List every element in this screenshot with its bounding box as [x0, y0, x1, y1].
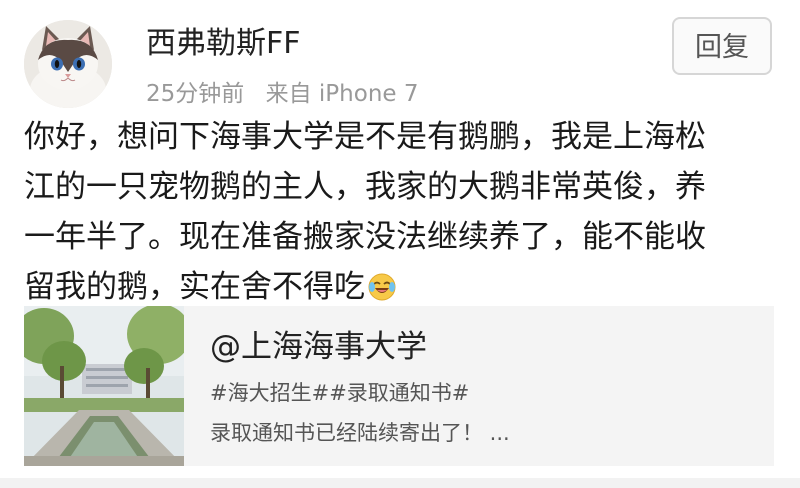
- card-hashtags: #海大招生##录取通知书#: [210, 381, 470, 405]
- post-body-line: 你好，想问下海事大学是不是有鹅鹏，我是上海松: [24, 119, 706, 155]
- reply-button[interactable]: 回复: [672, 17, 772, 75]
- post-body-line: 江的一只宠物鹅的主人，我家的大鹅非常英俊，养: [24, 169, 706, 205]
- campus-thumbnail-image: [24, 306, 184, 466]
- weibo-comment: 西弗勒斯FF 25分钟前 来自 iPhone 7 回复 你好，想问下海事大学是不…: [0, 0, 800, 488]
- card-title: @上海海事大学: [210, 329, 427, 365]
- post-time: 25分钟前: [146, 81, 245, 107]
- shared-post-card[interactable]: @上海海事大学 #海大招生##录取通知书# 录取通知书已经陆续寄出了！ ...: [24, 306, 774, 466]
- post-meta: 25分钟前 来自 iPhone 7: [146, 78, 419, 110]
- bottom-divider: [0, 478, 800, 488]
- post-body-line: 留我的鹅，实在舍不得吃: [24, 269, 365, 305]
- username[interactable]: 西弗勒斯FF: [146, 24, 301, 64]
- cat-avatar-image: [24, 20, 112, 108]
- card-description: 录取通知书已经陆续寄出了！ ...: [210, 421, 510, 445]
- post-source: 来自 iPhone 7: [265, 81, 419, 107]
- post-body-line: 一年半了。现在准备搬家没法继续养了，能不能收: [24, 219, 706, 255]
- post-body: 你好，想问下海事大学是不是有鹅鹏，我是上海松 江的一只宠物鹅的主人，我家的大鹅非…: [24, 112, 780, 317]
- avatar[interactable]: [24, 20, 112, 108]
